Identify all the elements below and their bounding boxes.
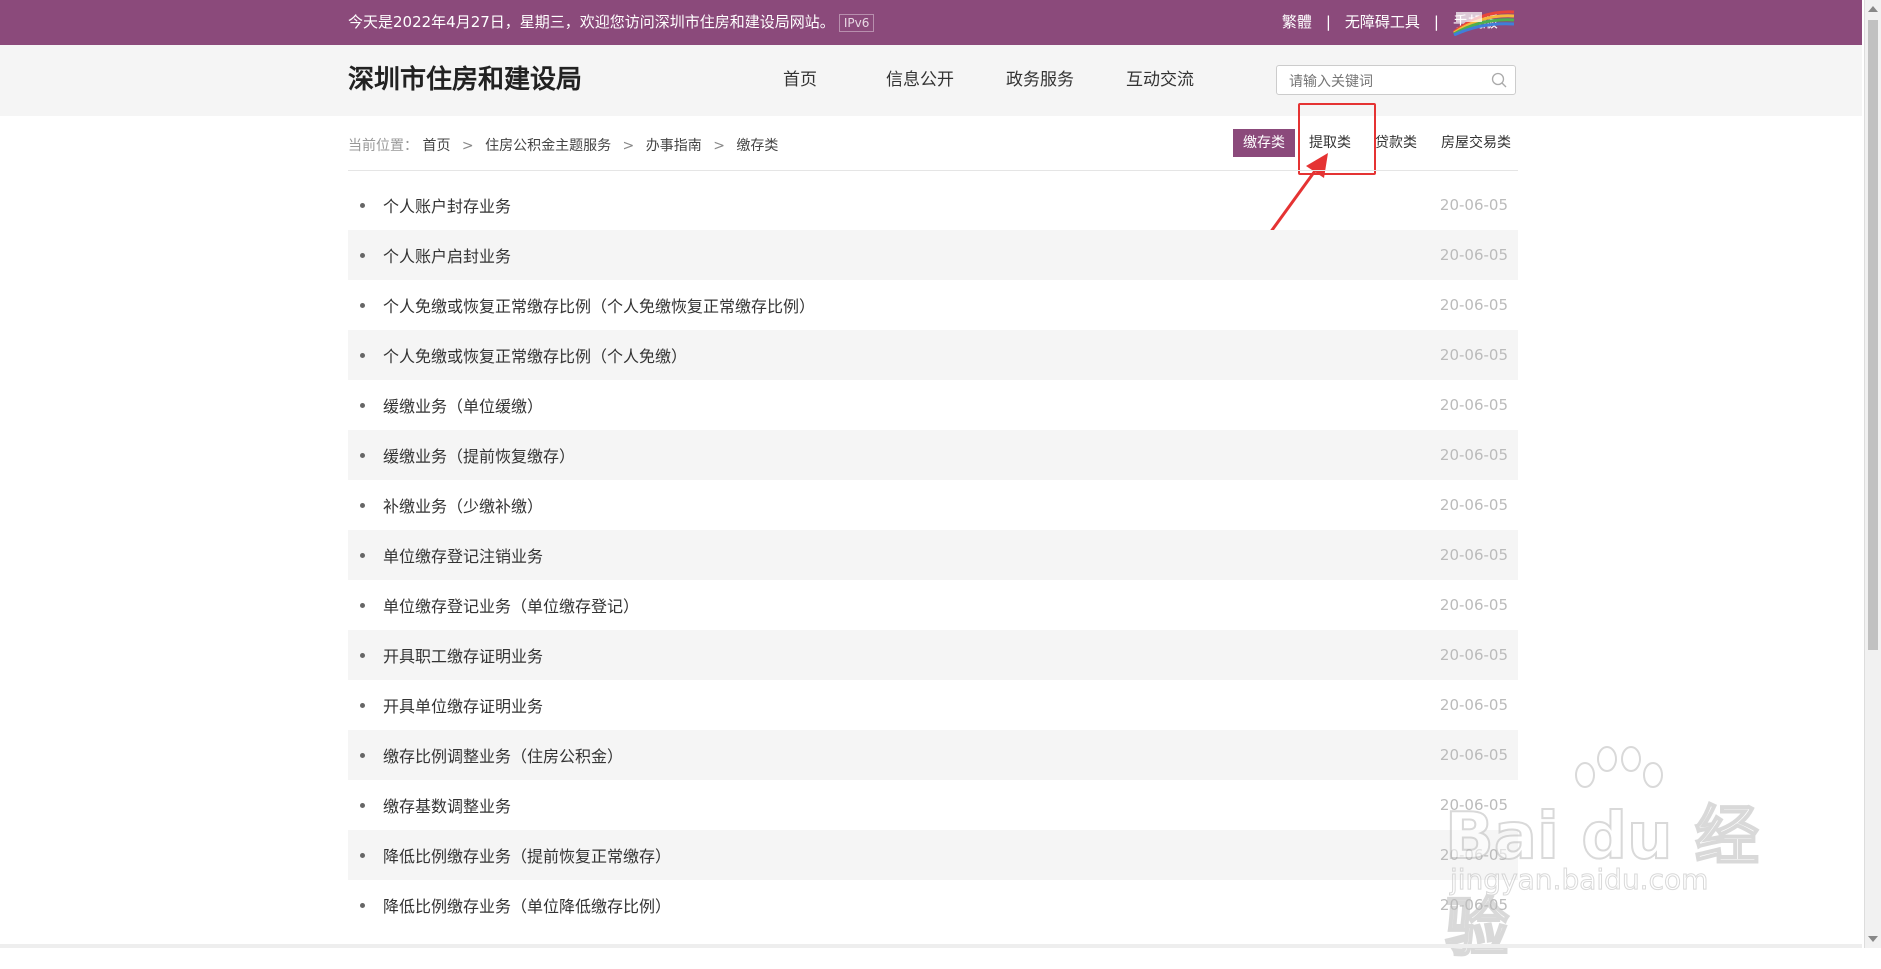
nav-home[interactable]: 首页 xyxy=(740,45,860,116)
breadcrumb: 当前位置： 首页 > 住房公积金主题服务 > 办事指南 > 缴存类 xyxy=(348,135,778,155)
article-list: 个人账户封存业务 20-06-05 个人账户启封业务 20-06-05 个人免缴或恢… xyxy=(348,180,1518,930)
list-item-title[interactable]: 降低比例缴存业务（单位降低缴存比例） xyxy=(383,893,671,917)
list-item-date: 20-06-05 xyxy=(1439,596,1508,614)
list-item[interactable]: 个人免缴或恢复正常缴存比例（个人免缴恢复正常缴存比例） 20-06-05 xyxy=(348,280,1518,330)
list-item-date: 20-06-05 xyxy=(1439,196,1508,214)
list-item-title[interactable]: 缓缴业务（提前恢复缴存） xyxy=(383,443,575,467)
bullet-icon xyxy=(360,802,365,808)
nav-info-disclosure[interactable]: 信息公开 xyxy=(860,45,980,116)
ipv6-badge: IPv6 xyxy=(838,13,875,32)
list-item-date: 20-06-05 xyxy=(1439,296,1508,314)
breadcrumb-home[interactable]: 首页 xyxy=(422,138,450,154)
scroll-up-icon[interactable] xyxy=(1868,6,1878,12)
list-item[interactable]: 补缴业务（少缴补缴） 20-06-05 xyxy=(348,480,1518,530)
list-item-title[interactable]: 个人账户启封业务 xyxy=(383,243,511,267)
list-item[interactable]: 个人账户封存业务 20-06-05 xyxy=(348,180,1518,230)
divider xyxy=(348,170,1518,171)
list-item-date: 20-06-05 xyxy=(1439,646,1508,664)
list-item-date: 20-06-05 xyxy=(1439,346,1508,364)
breadcrumb-arrow: > xyxy=(461,138,474,154)
list-item-title[interactable]: 缓缴业务（单位缓缴） xyxy=(383,393,543,417)
list-item[interactable]: 缓缴业务（提前恢复缴存） 20-06-05 xyxy=(348,430,1518,480)
list-item[interactable]: 开具职工缴存证明业务 20-06-05 xyxy=(348,630,1518,680)
bullet-icon xyxy=(360,552,365,558)
breadcrumb-housing-fund[interactable]: 住房公积金主题服务 xyxy=(485,138,611,154)
list-item[interactable]: 降低比例缴存业务（单位降低缴存比例） 20-06-05 xyxy=(348,880,1518,930)
bullet-icon xyxy=(360,602,365,608)
list-item-title[interactable]: 开具职工缴存证明业务 xyxy=(383,643,543,667)
breadcrumb-label: 当前位置： xyxy=(348,138,418,154)
nav-interaction[interactable]: 互动交流 xyxy=(1100,45,1220,116)
main-nav: 首页 信息公开 政务服务 互动交流 xyxy=(740,45,1220,116)
bullet-icon xyxy=(360,902,365,908)
list-item-title[interactable]: 单位缴存登记注销业务 xyxy=(383,543,543,567)
list-item-title[interactable]: 个人免缴或恢复正常缴存比例（个人免缴） xyxy=(383,343,687,367)
separator: | xyxy=(1325,13,1331,31)
list-item[interactable]: 缴存比例调整业务（住房公积金） 20-06-05 xyxy=(348,730,1518,780)
list-item-title[interactable]: 个人免缴或恢复正常缴存比例（个人免缴恢复正常缴存比例） xyxy=(383,293,815,317)
list-item[interactable]: 开具单位缴存证明业务 20-06-05 xyxy=(348,680,1518,730)
list-item-title[interactable]: 单位缴存登记业务（单位缴存登记） xyxy=(383,593,639,617)
list-item-date: 20-06-05 xyxy=(1439,246,1508,264)
bottom-edge xyxy=(0,944,1862,948)
welcome-message: 今天是2022年4月27日，星期三，欢迎您访问深圳市住房和建设局网站。 xyxy=(348,13,835,31)
list-item[interactable]: 缓缴业务（单位缓缴） 20-06-05 xyxy=(348,380,1518,430)
vertical-scrollbar[interactable] xyxy=(1864,0,1881,948)
search-icon[interactable] xyxy=(1491,72,1507,88)
list-item[interactable]: 个人账户启封业务 20-06-05 xyxy=(348,230,1518,280)
list-item-date: 20-06-05 xyxy=(1439,696,1508,714)
bullet-icon xyxy=(360,402,365,408)
traditional-chinese-link[interactable]: 繁體 xyxy=(1282,0,1312,45)
bullet-icon xyxy=(360,702,365,708)
bullet-icon xyxy=(360,502,365,508)
breadcrumb-arrow: > xyxy=(622,138,635,154)
nav-government-services[interactable]: 政务服务 xyxy=(980,45,1100,116)
rainbow-logo-icon[interactable] xyxy=(1452,6,1516,36)
list-item[interactable]: 单位缴存登记注销业务 20-06-05 xyxy=(348,530,1518,580)
top-bar: 今天是2022年4月27日，星期三，欢迎您访问深圳市住房和建设局网站。 IPv6 … xyxy=(0,0,1862,45)
bullet-icon xyxy=(360,852,365,858)
list-item-date: 20-06-05 xyxy=(1439,496,1508,514)
bullet-icon xyxy=(360,452,365,458)
bullet-icon xyxy=(360,252,365,258)
site-header: 深圳市住房和建设局 首页 信息公开 政务服务 互动交流 xyxy=(0,45,1862,116)
list-item-title[interactable]: 缴存基数调整业务 xyxy=(383,793,511,817)
breadcrumb-guide[interactable]: 办事指南 xyxy=(646,138,702,154)
accessibility-tools-link[interactable]: 无障碍工具 xyxy=(1345,0,1420,45)
list-item-title[interactable]: 缴存比例调整业务（住房公积金） xyxy=(383,743,623,767)
search-box xyxy=(1276,65,1516,95)
search-input[interactable] xyxy=(1287,73,1481,91)
baidu-jingyan-watermark: Bai du 经验 jingyan.baidu.com xyxy=(1444,745,1775,967)
scroll-down-icon[interactable] xyxy=(1868,936,1878,942)
bullet-icon xyxy=(360,752,365,758)
list-item-title[interactable]: 个人账户封存业务 xyxy=(383,193,511,217)
list-item[interactable]: 缴存基数调整业务 20-06-05 xyxy=(348,780,1518,830)
bullet-icon xyxy=(360,202,365,208)
breadcrumb-arrow: > xyxy=(713,138,725,154)
list-item[interactable]: 降低比例缴存业务（提前恢复正常缴存） 20-06-05 xyxy=(348,830,1518,880)
list-item-title[interactable]: 开具单位缴存证明业务 xyxy=(383,693,543,717)
list-item[interactable]: 单位缴存登记业务（单位缴存登记） 20-06-05 xyxy=(348,580,1518,630)
welcome-text: 今天是2022年4月27日，星期三，欢迎您访问深圳市住房和建设局网站。 IPv6 xyxy=(348,0,875,45)
tab-housing-transaction[interactable]: 房屋交易类 xyxy=(1431,129,1521,157)
breadcrumb-current: 缴存类 xyxy=(736,138,779,154)
bullet-icon xyxy=(360,652,365,658)
list-item-title[interactable]: 补缴业务（少缴补缴） xyxy=(383,493,543,517)
list-item[interactable]: 个人免缴或恢复正常缴存比例（个人免缴） 20-06-05 xyxy=(348,330,1518,380)
list-item-date: 20-06-05 xyxy=(1439,546,1508,564)
watermark-url: jingyan.baidu.com xyxy=(1449,863,1709,897)
scrollbar-thumb[interactable] xyxy=(1868,20,1878,650)
site-title[interactable]: 深圳市住房和建设局 xyxy=(348,45,582,116)
bullet-icon xyxy=(360,302,365,308)
list-item-date: 20-06-05 xyxy=(1439,396,1508,414)
list-item-date: 20-06-05 xyxy=(1439,446,1508,464)
bullet-icon xyxy=(360,352,365,358)
separator: | xyxy=(1433,13,1439,31)
list-item-title[interactable]: 降低比例缴存业务（提前恢复正常缴存） xyxy=(383,843,671,867)
